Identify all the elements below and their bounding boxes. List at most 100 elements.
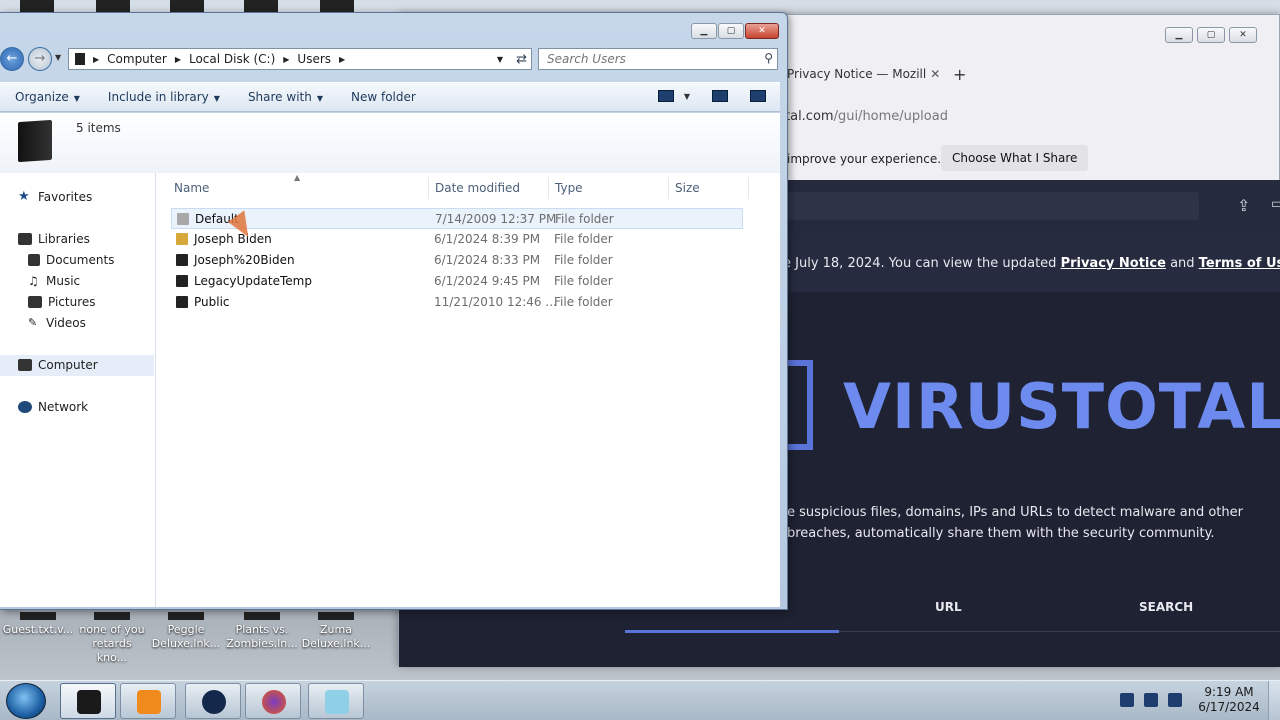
share-with-menu[interactable]: Share with ▼ bbox=[248, 90, 323, 104]
chevron-down-icon: ▼ bbox=[73, 94, 80, 103]
explorer-body: 5 items ★ Favorites Libraries Documents ♫… bbox=[0, 113, 780, 607]
desktop-icon-top[interactable] bbox=[96, 0, 130, 12]
close-button[interactable]: ✕ bbox=[1229, 27, 1257, 43]
chat-icon[interactable]: ▭ bbox=[1271, 196, 1280, 212]
include-in-library-menu[interactable]: Include in library ▼ bbox=[108, 90, 220, 104]
breadcrumb-computer[interactable]: Computer bbox=[107, 52, 167, 66]
sidebar-item-favorites[interactable]: ★ Favorites bbox=[18, 190, 92, 204]
notepad-icon bbox=[325, 690, 349, 714]
chevron-right-icon: ▶ bbox=[93, 54, 100, 64]
privacy-notice-link[interactable]: Privacy Notice bbox=[1061, 256, 1166, 271]
library-icon bbox=[18, 233, 32, 245]
search-icon[interactable]: ⚲ bbox=[764, 51, 773, 65]
start-button[interactable] bbox=[6, 683, 46, 719]
browser-tab-privacy-notice[interactable]: Privacy Notice — Mozill ✕ bbox=[787, 67, 940, 81]
choose-what-i-share-button[interactable]: Choose What I Share bbox=[941, 145, 1089, 171]
preview-pane-icon[interactable] bbox=[712, 90, 728, 102]
sidebar-item-documents[interactable]: Documents bbox=[28, 253, 114, 267]
file-row-legacy-update-temp[interactable]: LegacyUpdateTemp 6/1/2024 9:45 PM File f… bbox=[171, 271, 743, 292]
forward-button[interactable]: → bbox=[28, 47, 52, 71]
taskbar: 9:19 AM 6/17/2024 bbox=[0, 680, 1280, 720]
terms-of-use-link[interactable]: Terms of Use bbox=[1199, 256, 1280, 271]
column-header-size[interactable]: Size bbox=[675, 181, 700, 195]
shortcut-icon bbox=[168, 612, 204, 620]
clock[interactable]: 9:19 AM 6/17/2024 bbox=[1196, 685, 1262, 715]
search-input[interactable]: Search Users ⚲ bbox=[538, 48, 778, 70]
back-button[interactable]: ← bbox=[0, 47, 24, 71]
tab-url[interactable]: URL bbox=[935, 600, 962, 614]
file-row-public[interactable]: Public 11/21/2010 12:46 ... File folder bbox=[171, 292, 743, 313]
minimize-button[interactable]: ▁ bbox=[691, 23, 717, 39]
minimize-button[interactable]: ▁ bbox=[1165, 27, 1193, 43]
chevron-right-icon: ▶ bbox=[283, 54, 290, 64]
maximize-button[interactable]: ▢ bbox=[718, 23, 744, 39]
volume-icon[interactable] bbox=[1168, 693, 1182, 707]
column-divider[interactable] bbox=[548, 177, 549, 199]
desktop-icon-guest-txt[interactable]: Guest.txt.v... bbox=[2, 612, 74, 668]
taskbar-notepad[interactable] bbox=[308, 683, 364, 719]
url-bar[interactable]: tal.com/gui/home/upload bbox=[785, 109, 948, 124]
desktop-icon-top[interactable] bbox=[244, 0, 278, 12]
show-desktop-button[interactable] bbox=[1268, 681, 1280, 720]
action-center-icon[interactable] bbox=[1120, 693, 1134, 707]
recent-pages-dropdown[interactable]: ▼ bbox=[55, 53, 61, 62]
firefox-icon bbox=[262, 690, 286, 714]
change-view-icon[interactable] bbox=[657, 90, 674, 102]
desktop-icon-text-file[interactable]: none of you retards kno... bbox=[76, 612, 148, 668]
virustotal-search-input[interactable] bbox=[779, 192, 1199, 220]
desktop-icon-plants-vs-zombies[interactable]: Plants vs. Zombies.ln... bbox=[226, 612, 298, 668]
desktop-icon-top[interactable] bbox=[170, 0, 204, 12]
new-tab-button[interactable]: + bbox=[953, 65, 966, 84]
help-icon[interactable] bbox=[750, 90, 766, 102]
column-header-date-modified[interactable]: Date modified bbox=[435, 181, 520, 195]
taskbar-explorer[interactable] bbox=[60, 683, 116, 719]
sidebar-item-computer[interactable]: Computer bbox=[18, 358, 98, 372]
breadcrumb-users[interactable]: Users bbox=[297, 52, 331, 66]
chevron-down-icon: ▼ bbox=[316, 94, 323, 103]
address-dropdown-icon[interactable]: ▼ bbox=[497, 55, 503, 64]
desktop-icon-top[interactable] bbox=[20, 0, 54, 12]
close-tab-icon[interactable]: ✕ bbox=[930, 67, 940, 81]
taskbar-media-player[interactable] bbox=[120, 683, 176, 719]
file-icon bbox=[94, 612, 130, 620]
taskbar-firefox[interactable] bbox=[245, 683, 301, 719]
media-player-icon bbox=[137, 690, 161, 714]
column-divider[interactable] bbox=[428, 177, 429, 199]
breadcrumb-local-disk[interactable]: Local Disk (C:) bbox=[189, 52, 275, 66]
desktop-icon-zuma[interactable]: Zuma Deluxe.lnk... bbox=[300, 612, 372, 668]
column-header-type[interactable]: Type bbox=[555, 181, 583, 195]
chevron-right-icon: ▶ bbox=[174, 54, 181, 64]
address-bar[interactable]: ▶ Computer ▶ Local Disk (C:) ▶ Users ▶ ▼… bbox=[68, 48, 532, 70]
desktop-icon-top[interactable] bbox=[320, 0, 354, 12]
sidebar-item-pictures[interactable]: Pictures bbox=[28, 295, 96, 309]
sidebar-item-music[interactable]: ♫ Music bbox=[28, 274, 80, 288]
item-count: 5 items bbox=[76, 121, 121, 135]
column-divider[interactable] bbox=[748, 177, 749, 199]
user-folder-icon bbox=[176, 233, 188, 245]
column-header-name[interactable]: Name bbox=[174, 181, 209, 195]
display-icon[interactable] bbox=[1144, 693, 1158, 707]
tab-search[interactable]: SEARCH bbox=[1139, 600, 1193, 614]
taskbar-internet[interactable] bbox=[185, 683, 241, 719]
new-folder-button[interactable]: New folder bbox=[351, 90, 416, 104]
upload-icon[interactable]: ⇪ bbox=[1237, 196, 1250, 215]
tab-active-indicator bbox=[625, 630, 839, 633]
close-button[interactable]: ✕ bbox=[745, 23, 779, 39]
column-divider[interactable] bbox=[668, 177, 669, 199]
sidebar-item-network[interactable]: Network bbox=[18, 400, 88, 414]
details-header: 5 items bbox=[0, 113, 780, 173]
clock-time: 9:19 AM bbox=[1204, 685, 1254, 699]
sidebar-item-videos[interactable]: ✎ Videos bbox=[28, 316, 86, 330]
view-controls: ▼ bbox=[657, 90, 766, 102]
maximize-button[interactable]: ▢ bbox=[1197, 27, 1225, 43]
file-row-joseph-biden[interactable]: Joseph Biden 6/1/2024 8:39 PM File folde… bbox=[171, 229, 743, 250]
sidebar-item-libraries[interactable]: Libraries bbox=[18, 232, 90, 246]
file-icon bbox=[20, 612, 56, 620]
file-row-default[interactable]: Default 7/14/2009 12:37 PM File folder bbox=[171, 208, 743, 229]
organize-menu[interactable]: Organize ▼ bbox=[15, 90, 80, 104]
refresh-icon[interactable]: ⇄ bbox=[516, 52, 527, 67]
pictures-icon bbox=[28, 296, 42, 308]
view-dropdown-icon[interactable]: ▼ bbox=[684, 92, 690, 101]
desktop-icon-peggle[interactable]: Peggle Deluxe.lnk... bbox=[150, 612, 222, 668]
file-row-joseph-20-biden[interactable]: Joseph%20Biden 6/1/2024 8:33 PM File fol… bbox=[171, 250, 743, 271]
